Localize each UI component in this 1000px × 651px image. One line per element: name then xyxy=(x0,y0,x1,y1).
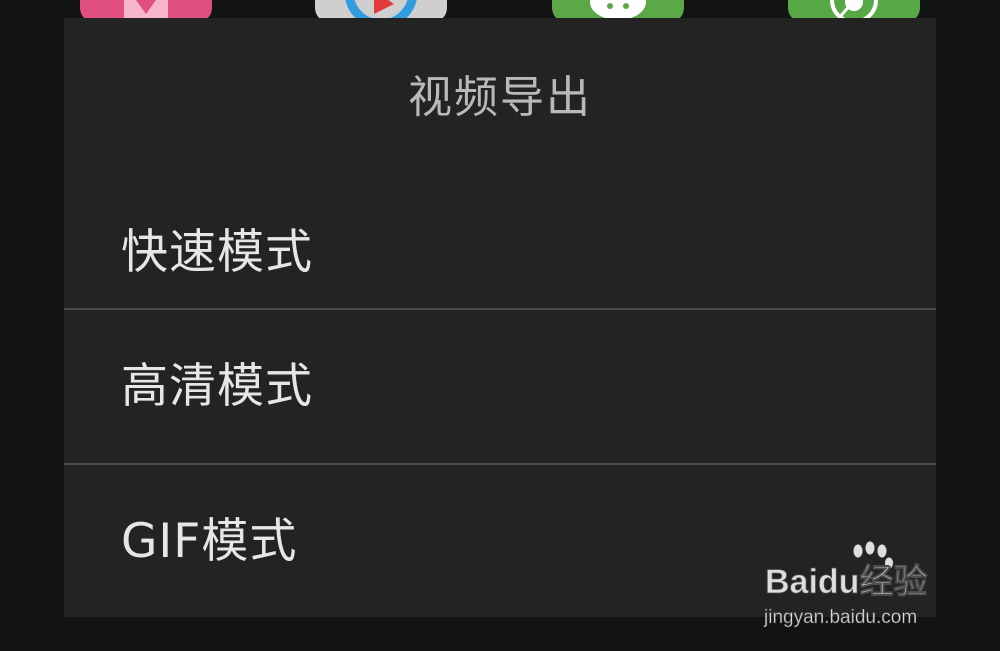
option-label: GIF模式 xyxy=(121,514,298,569)
hd-mode-option[interactable]: 高清模式 xyxy=(64,310,936,464)
option-label: 快速模式 xyxy=(121,225,313,280)
watermark-logo-text: Baidu经验 xyxy=(765,562,927,601)
dialog-title: 视频导出 xyxy=(408,72,592,123)
screen: 视频导出 快速模式 高清模式 GIF模式 Baidu经验 jingyan.bai… xyxy=(0,0,1000,651)
fast-mode-option[interactable]: 快速模式 xyxy=(64,176,936,330)
watermark-url: jingyan.baidu.com xyxy=(763,607,917,628)
video-export-dialog: 视频导出 快速模式 高清模式 GIF模式 xyxy=(64,18,936,617)
baidu-jingyan-watermark: Baidu经验 jingyan.baidu.com xyxy=(763,540,928,628)
option-label: 高清模式 xyxy=(121,359,313,414)
